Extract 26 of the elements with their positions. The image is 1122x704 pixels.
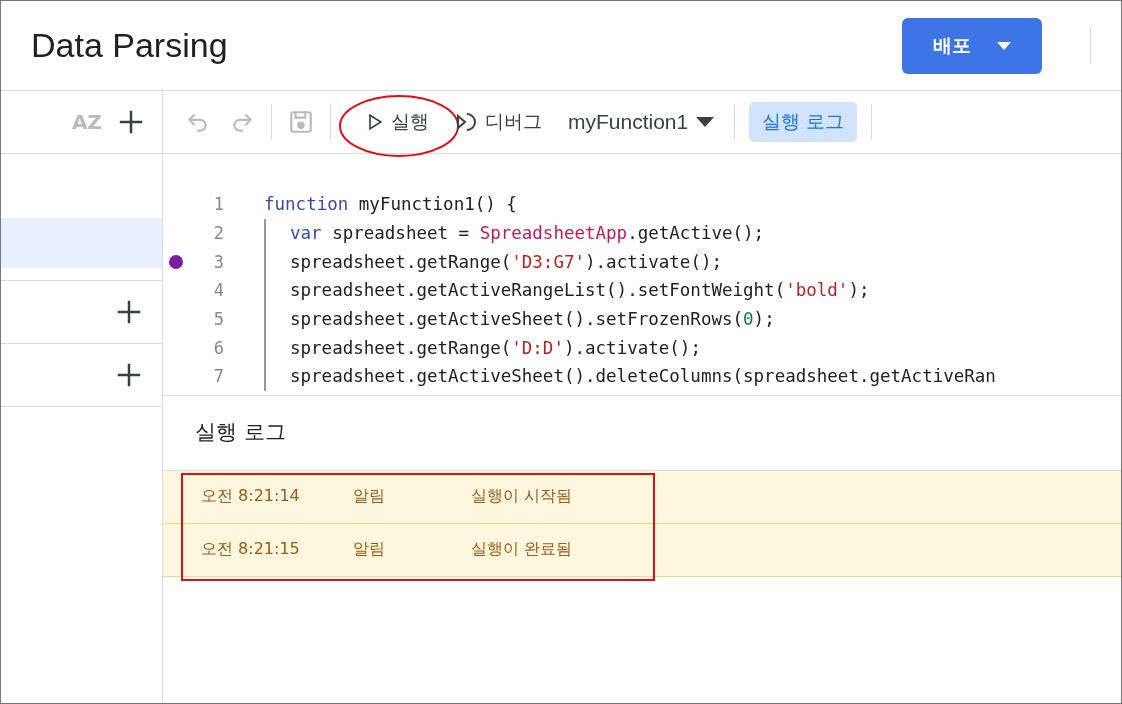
line-number: 3 xyxy=(213,251,224,272)
project-title: Data Parsing xyxy=(31,26,229,65)
log-time: 오전 8:21:15 xyxy=(201,539,301,561)
code-line: spreadsheet.getRange('D3:G7').activate(); xyxy=(264,247,722,277)
code-line: spreadsheet.getActiveSheet().deleteColumns(spreadsheet.getActiveRan xyxy=(264,362,996,391)
code-line: function myFunction1() { xyxy=(264,193,517,217)
line-number: 4 xyxy=(213,280,224,301)
function-select[interactable]: myFunction1 xyxy=(562,106,721,138)
log-time: 오전 8:21:14 xyxy=(201,486,301,508)
code-line: spreadsheet.getActiveRangeList().setFontWeight('bold'); xyxy=(264,276,870,305)
line-number: 6 xyxy=(213,337,224,358)
debug-button[interactable]: 디버그 xyxy=(449,105,548,139)
code-line: spreadsheet.getRange('D:D').activate(); xyxy=(264,333,701,363)
line-number: 5 xyxy=(213,309,224,330)
code-line: spreadsheet.getActiveSheet().setFrozenRows(0); xyxy=(264,304,775,334)
log-message: 실행이 시작됨 xyxy=(471,486,573,508)
log-title: 실행 로그 xyxy=(194,418,287,446)
line-number: 2 xyxy=(213,223,224,244)
deploy-button[interactable]: 배포 xyxy=(902,17,1042,74)
log-message: 실행이 완료됨 xyxy=(471,539,573,561)
log-level: 알림 xyxy=(353,486,386,508)
line-number: 1 xyxy=(213,194,224,215)
run-button[interactable]: 실행 xyxy=(359,105,435,139)
code-line: var spreadsheet = SpreadsheetApp.getActive(); xyxy=(264,218,765,248)
log-level: 알림 xyxy=(353,539,386,561)
line-number: 7 xyxy=(213,366,224,387)
